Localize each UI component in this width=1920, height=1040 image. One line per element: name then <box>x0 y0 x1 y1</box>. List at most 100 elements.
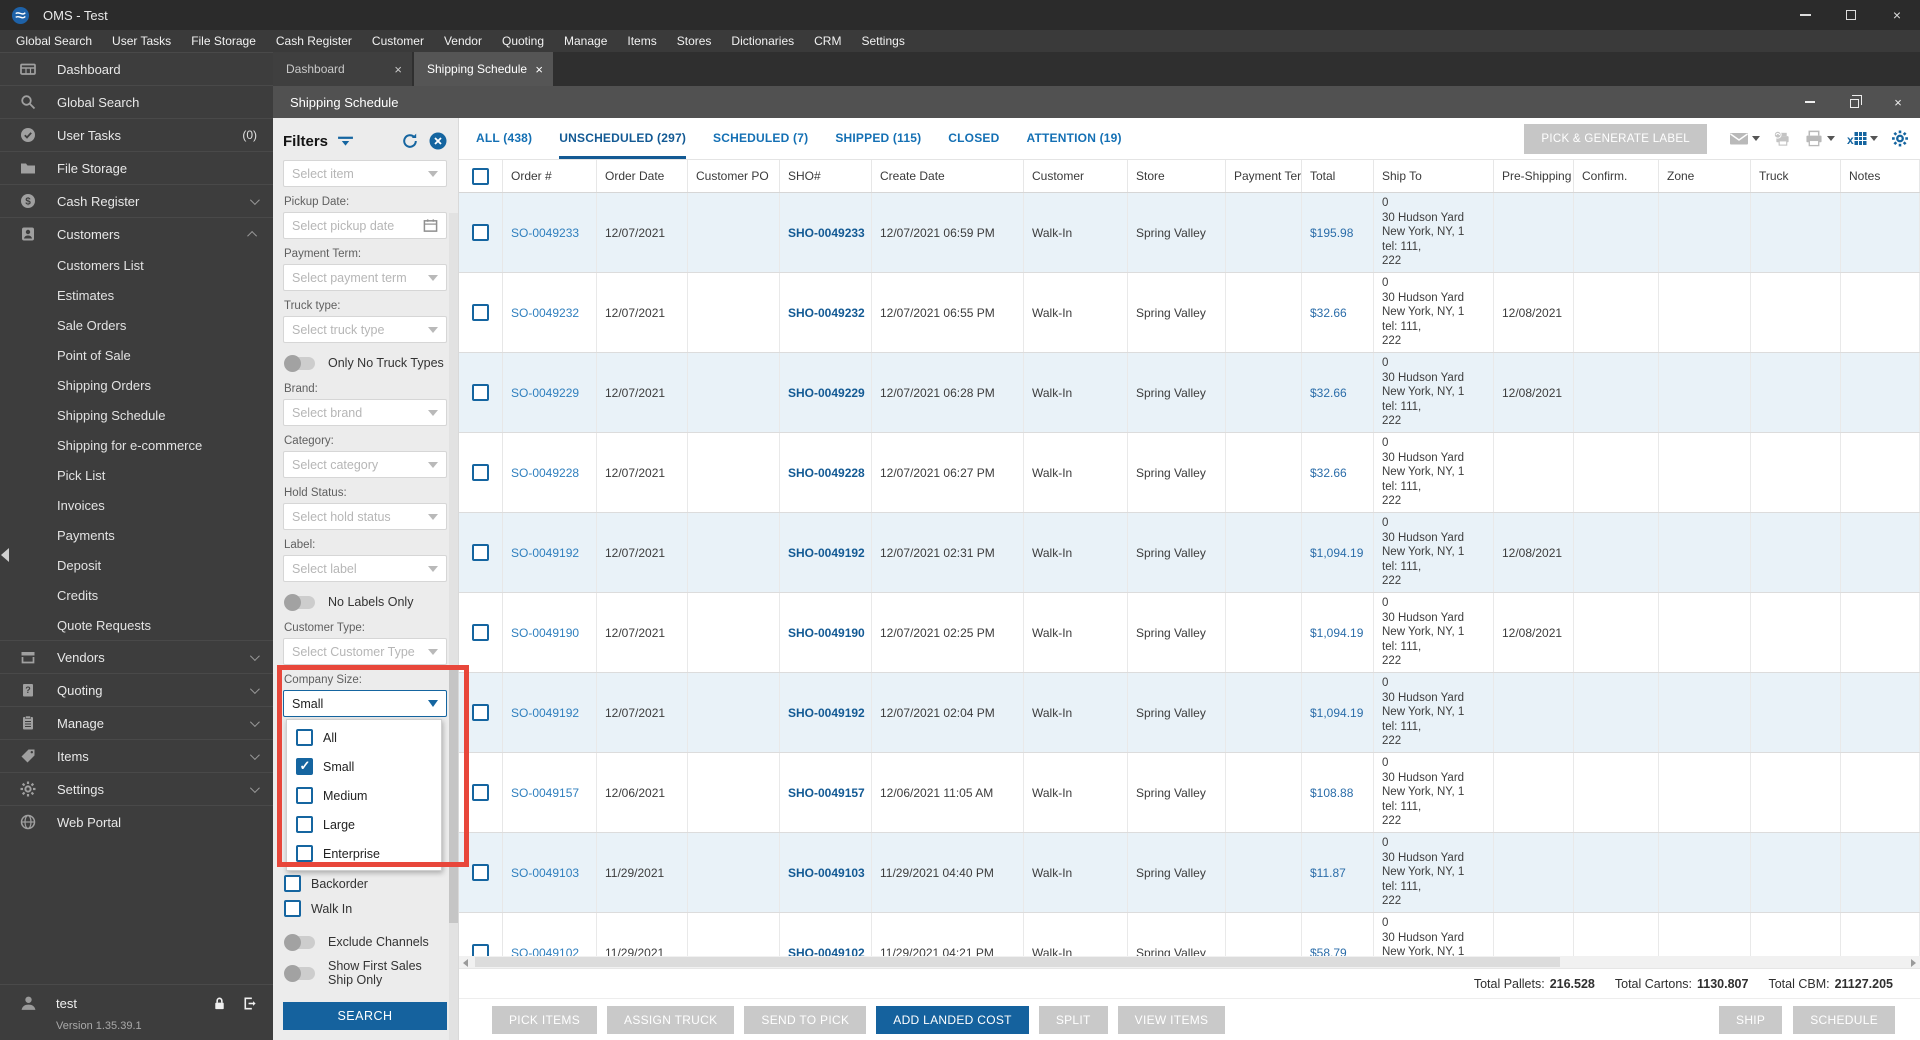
company-size-select[interactable]: Small <box>283 690 447 717</box>
sidebar-item[interactable]: ? Quoting <box>0 673 273 706</box>
sho-number-link[interactable]: SHO-0049157 <box>780 753 872 832</box>
toggle-pill[interactable] <box>284 964 315 982</box>
toggle-pill[interactable] <box>284 933 315 951</box>
action-button[interactable]: VIEW ITEMS <box>1117 1005 1226 1034</box>
order-number-link[interactable]: SO-0049103 <box>503 833 597 912</box>
filter-checkbox[interactable] <box>284 900 301 917</box>
sidebar-item[interactable]: Items <box>0 739 273 772</box>
column-header[interactable]: Pre-Shipping <box>1494 160 1574 192</box>
order-number-link[interactable]: SO-0049192 <box>503 673 597 752</box>
sidebar-item[interactable]: Web Portal <box>0 805 273 838</box>
column-header[interactable]: Truck <box>1751 160 1841 192</box>
order-number-link[interactable]: SO-0049228 <box>503 433 597 512</box>
menu-item[interactable]: Settings <box>851 34 914 48</box>
scroll-right-icon[interactable] <box>1911 958 1916 967</box>
toggle-pill[interactable] <box>284 354 315 372</box>
menu-item[interactable]: Global Search <box>6 34 102 48</box>
sidebar-subitem[interactable]: Shipping Orders <box>0 370 273 400</box>
horizontal-scrollbar-thumb[interactable] <box>475 957 1560 967</box>
menu-item[interactable]: Vendor <box>434 34 492 48</box>
order-number-link[interactable]: SO-0049192 <box>503 513 597 592</box>
filter-select[interactable]: Select hold status <box>283 503 447 530</box>
table-row[interactable]: SO-0049229 12/07/2021 SHO-0049229 12/07/… <box>459 353 1920 433</box>
status-tab[interactable]: ATTENTION (19) <box>1027 118 1122 159</box>
sidebar-item[interactable]: Vendors <box>0 640 273 673</box>
row-checkbox[interactable] <box>472 864 489 881</box>
table-row[interactable]: SO-0049157 12/06/2021 SHO-0049157 12/06/… <box>459 753 1920 833</box>
column-header[interactable]: Customer PO <box>688 160 780 192</box>
sidebar-collapse-arrow-icon[interactable] <box>1 548 9 562</box>
option-checkbox[interactable] <box>296 845 313 862</box>
action-button[interactable]: SPLIT <box>1038 1005 1108 1034</box>
email-button[interactable] <box>1729 130 1760 147</box>
toggle-pill[interactable] <box>284 593 315 611</box>
sidebar-subitem[interactable]: Quote Requests <box>0 610 273 640</box>
row-checkbox[interactable] <box>472 224 489 241</box>
order-number-link[interactable]: SO-0049232 <box>503 273 597 352</box>
menu-item[interactable]: Customer <box>362 34 434 48</box>
sidebar-item[interactable]: Dashboard <box>0 52 273 85</box>
filter-select[interactable]: Select category <box>283 451 447 478</box>
option-checkbox[interactable] <box>296 758 313 775</box>
action-button[interactable]: SHIP <box>1719 1005 1783 1034</box>
column-header[interactable]: Notes <box>1841 160 1920 192</box>
select-all-checkbox[interactable] <box>472 167 489 185</box>
sidebar-subitem[interactable]: Estimates <box>0 280 273 310</box>
filter-select[interactable]: Select brand <box>283 399 447 426</box>
export-excel-button[interactable]: x <box>1847 130 1878 147</box>
order-number-link[interactable]: SO-0049157 <box>503 753 597 832</box>
option-checkbox[interactable] <box>296 729 313 746</box>
dropdown-option[interactable]: Large <box>287 810 441 839</box>
filter-date-input[interactable]: Select pickup date <box>283 212 447 239</box>
dropdown-option[interactable]: Medium <box>287 781 441 810</box>
menu-item[interactable]: Cash Register <box>266 34 362 48</box>
filter-select[interactable]: Select item <box>283 160 447 187</box>
action-button[interactable]: SEND TO PICK <box>744 1005 867 1034</box>
column-header[interactable]: Confirm. <box>1574 160 1659 192</box>
option-checkbox[interactable] <box>296 787 313 804</box>
column-header[interactable]: Create Date <box>872 160 1024 192</box>
order-number-link[interactable]: SO-0049229 <box>503 353 597 432</box>
sidebar-item[interactable]: Settings <box>0 772 273 805</box>
column-header[interactable]: Total <box>1302 160 1374 192</box>
row-checkbox[interactable] <box>472 544 489 561</box>
table-row[interactable]: SO-0049228 12/07/2021 SHO-0049228 12/07/… <box>459 433 1920 513</box>
sidebar-subitem[interactable]: Deposit <box>0 550 273 580</box>
search-button[interactable]: SEARCH <box>283 1002 447 1030</box>
filter-toggle[interactable]: Only No Truck Types <box>284 352 447 374</box>
sho-number-link[interactable]: SHO-0049192 <box>780 513 872 592</box>
inner-restore-button[interactable] <box>1832 86 1876 118</box>
table-row[interactable]: SO-0049232 12/07/2021 SHO-0049232 12/07/… <box>459 273 1920 353</box>
filter-checkbox[interactable] <box>284 875 301 892</box>
table-row[interactable]: SO-0049102 11/29/2021 SHO-0049102 11/29/… <box>459 913 1920 956</box>
scroll-left-icon[interactable] <box>463 958 468 967</box>
menu-item[interactable]: Dictionaries <box>721 34 804 48</box>
document-tab[interactable]: Shipping Schedule × <box>414 52 553 86</box>
filter-select[interactable]: Select payment term <box>283 264 447 291</box>
sidebar-item[interactable]: Customers <box>0 217 273 250</box>
sidebar-subitem[interactable]: Invoices <box>0 490 273 520</box>
row-checkbox[interactable] <box>472 304 489 321</box>
column-header[interactable]: Customer <box>1024 160 1128 192</box>
status-tab[interactable]: SHIPPED (115) <box>835 118 921 159</box>
filter-checkbox-row[interactable]: Backorder <box>284 871 447 896</box>
order-number-link[interactable]: SO-0049190 <box>503 593 597 672</box>
sidebar-subitem[interactable]: Payments <box>0 520 273 550</box>
column-header[interactable]: Order Date <box>597 160 688 192</box>
label-print-button[interactable] <box>1772 130 1792 147</box>
filter-collapse-icon[interactable] <box>337 135 354 148</box>
sidebar-item[interactable]: Manage <box>0 706 273 739</box>
column-header[interactable]: Order # <box>503 160 597 192</box>
dropdown-option[interactable]: Small <box>287 752 441 781</box>
pick-generate-label-button[interactable]: PICK & GENERATE LABEL <box>1524 123 1707 154</box>
status-tab[interactable]: CLOSED <box>948 118 999 159</box>
order-number-link[interactable]: SO-0049233 <box>503 193 597 272</box>
inner-close-button[interactable]: × <box>1876 86 1920 118</box>
menu-item[interactable]: CRM <box>804 34 851 48</box>
column-header[interactable]: Zone <box>1659 160 1751 192</box>
sidebar-subitem[interactable]: Pick List <box>0 460 273 490</box>
sidebar-subitem[interactable]: Customers List <box>0 250 273 280</box>
inner-minimize-button[interactable] <box>1788 86 1832 118</box>
action-button[interactable]: SCHEDULE <box>1793 1005 1895 1034</box>
refresh-icon[interactable] <box>401 132 419 150</box>
